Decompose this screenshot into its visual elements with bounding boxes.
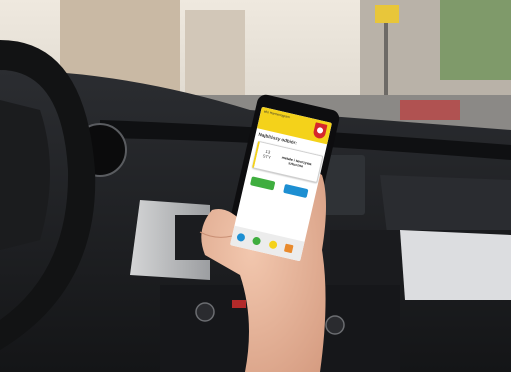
waste-type: metale i tworzywa sztuczne [281, 155, 312, 169]
pickup-card[interactable]: 13 STY metale i tworzywa sztuczne [251, 140, 324, 184]
glovebox-trim [400, 230, 511, 300]
city-crest-icon [312, 122, 328, 140]
calendar-icon[interactable] [268, 239, 278, 250]
car-interior-photo: eko Harmonogram Najbliższy odbiór: 13 ST… [0, 0, 511, 372]
street-sign [375, 5, 399, 23]
steering-wheel-hub [0, 100, 50, 250]
recycle-icon[interactable] [251, 236, 262, 246]
mail-icon[interactable] [283, 243, 294, 254]
trees [440, 0, 511, 80]
green-button[interactable] [249, 176, 276, 191]
blue-button[interactable] [283, 183, 309, 199]
pickup-date: 13 STY [261, 148, 273, 160]
distant-car [400, 100, 460, 120]
knob-left [195, 302, 215, 322]
pickup-weekday: STY [262, 153, 272, 160]
hazard-button [232, 300, 246, 308]
menu-icon[interactable] [236, 232, 246, 243]
knob-right [325, 315, 345, 335]
